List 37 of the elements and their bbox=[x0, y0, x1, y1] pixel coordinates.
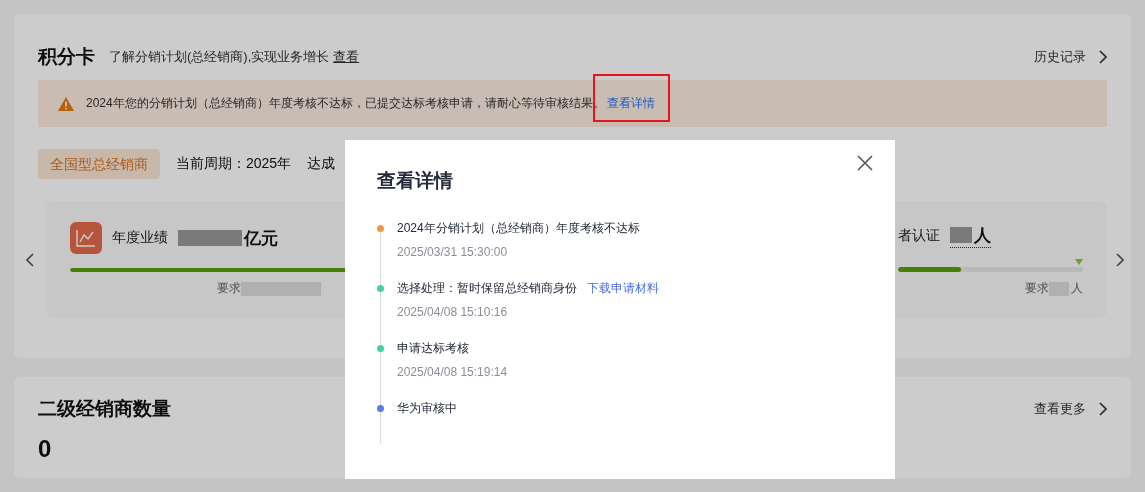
timeline-text: 选择处理：暂时保留总经销商身份 bbox=[397, 280, 577, 297]
card-title: 二级经销商数量 bbox=[38, 397, 171, 421]
card-subtitle: 了解分销计划(总经销商),实现业务增长 bbox=[109, 48, 330, 66]
close-button[interactable] bbox=[857, 155, 873, 171]
metric-unit: 亿元 bbox=[244, 227, 278, 250]
chevron-right-icon bbox=[1098, 402, 1107, 416]
close-icon bbox=[857, 155, 873, 171]
view-link[interactable]: 查看 bbox=[333, 48, 360, 66]
view-more-link[interactable]: 查看更多 bbox=[1034, 400, 1107, 418]
chevron-right-icon bbox=[1114, 252, 1124, 267]
count-value: 0 bbox=[38, 435, 53, 463]
timeline-text: 2024年分销计划（总经销商）年度考核不达标 bbox=[397, 220, 640, 237]
requirement-label: 要求 bbox=[217, 280, 241, 297]
timeline-text: 华为审核中 bbox=[397, 400, 457, 417]
chevron-left-icon bbox=[25, 252, 35, 267]
timeline-time: 2025/04/08 15:10:16 bbox=[397, 305, 509, 319]
metric-label: 年度业绩 bbox=[112, 229, 168, 247]
download-link[interactable]: 下载申请材料 bbox=[587, 280, 659, 297]
distributor-tag: 全国型总经销商 bbox=[38, 149, 160, 179]
redacted-mark bbox=[950, 227, 972, 244]
requirement-label: 要求 bbox=[1025, 280, 1049, 297]
history-link[interactable]: 历史记录 bbox=[1034, 48, 1107, 66]
timeline-text: 申请达标考核 bbox=[397, 340, 469, 357]
timeline-time: 2025/03/31 15:30:00 bbox=[397, 245, 509, 259]
timeline-time: 2025/04/08 15:19:14 bbox=[397, 365, 509, 379]
current-period: 当前周期：2025年 bbox=[176, 155, 292, 173]
chevron-right-icon bbox=[1098, 50, 1107, 64]
chart-icon bbox=[70, 222, 102, 254]
requirement-unit: 人 bbox=[1071, 280, 1083, 297]
view-details-link[interactable]: 查看详情 bbox=[606, 96, 655, 110]
redacted-mark bbox=[178, 230, 242, 246]
goal-label: 达成 bbox=[307, 155, 336, 173]
warning-icon bbox=[58, 96, 74, 111]
metric-label: 者认证 bbox=[898, 226, 940, 245]
dialog-title: 查看详情 bbox=[377, 169, 454, 193]
metric-unit: 人 bbox=[974, 224, 991, 247]
card-title: 积分卡 bbox=[38, 45, 95, 69]
